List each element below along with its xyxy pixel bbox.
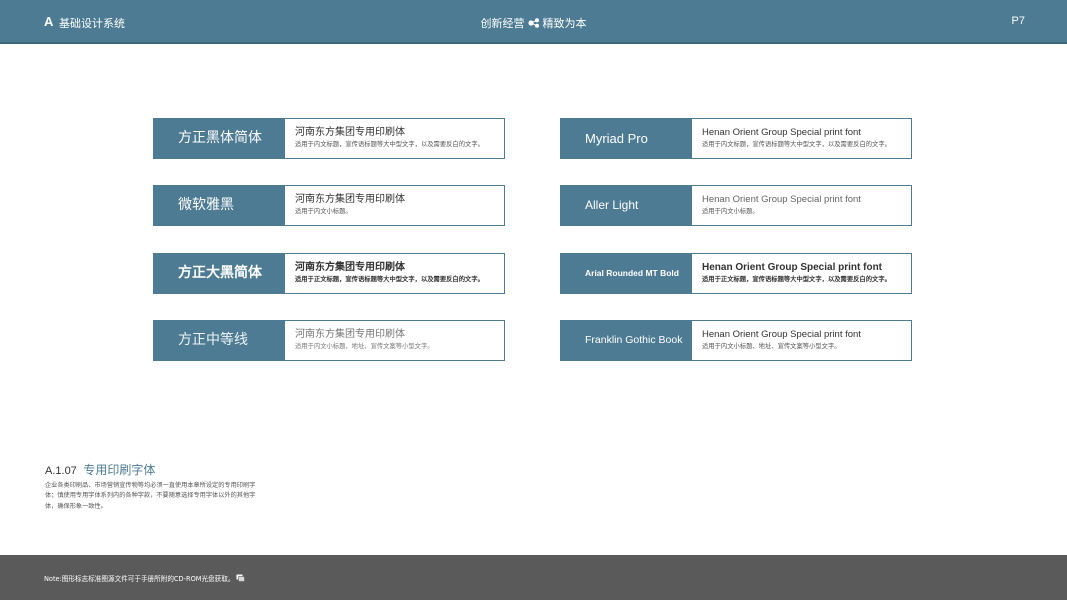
font-name: Franklin Gothic Book xyxy=(561,321,692,360)
font-name: 微软雅黑 xyxy=(154,186,285,225)
top-header-bar: A 基础设计系统 创新经营 精致为本 P7 xyxy=(0,0,1067,44)
font-sample: Henan Orient Group Special print font xyxy=(702,262,883,273)
font-card-microsoft-yahei: 微软雅黑 河南东方集团专用印刷体 适用于内文小标题。 xyxy=(153,185,505,226)
font-description: Henan Orient Group Special print font 适用… xyxy=(702,126,905,150)
font-name: Myriad Pro xyxy=(561,119,692,158)
font-sample: 河南东方集团专用印刷体 xyxy=(295,329,405,340)
font-card-franklin-gothic-book: Franklin Gothic Book Henan Orient Group … xyxy=(560,320,912,361)
font-description: 河南东方集团专用印刷体 适用于正文标题，宣传语标题等大中型文字，以及需要反白的文… xyxy=(295,261,498,285)
font-description: Henan Orient Group Special print font 适用… xyxy=(702,261,905,285)
cd-icon xyxy=(236,574,246,582)
font-usage: 适用于内文标题，宣传语标题等大中型文字，以及需要反白的文字。 xyxy=(295,141,484,148)
section-code: A.1.07 xyxy=(45,465,77,477)
slogan: 创新经营 精致为本 xyxy=(0,15,1067,31)
page-number: P7 xyxy=(1011,15,1025,27)
footer-note-text: Note:图形标志标准图源文件可于手册所附的CD-ROM光盘获取。 xyxy=(44,575,235,583)
font-name: Arial Rounded MT Bold xyxy=(561,254,692,293)
font-name: 方正大黑简体 xyxy=(154,254,285,293)
font-card-myriad-pro: Myriad Pro Henan Orient Group Special pr… xyxy=(560,118,912,159)
font-card-fangzheng-heiti: 方正黑体简体 河南东方集团专用印刷体 适用于内文标题，宣传语标题等大中型文字，以… xyxy=(153,118,505,159)
font-sample: 河南东方集团专用印刷体 xyxy=(295,262,405,273)
font-card-aller-light: Aller Light Henan Orient Group Special p… xyxy=(560,185,912,226)
bottom-footer-bar: Note:图形标志标准图源文件可于手册所附的CD-ROM光盘获取。 xyxy=(0,555,1067,600)
font-sample: Henan Orient Group Special print font xyxy=(702,329,861,340)
font-name: 方正中等线 xyxy=(154,321,285,360)
section-heading: A.1.07 专用印刷字体 xyxy=(45,461,155,478)
font-description: Henan Orient Group Special print font 适用… xyxy=(702,328,905,352)
font-description: Henan Orient Group Special print font 适用… xyxy=(702,193,905,217)
font-sample: Henan Orient Group Special print font xyxy=(702,194,861,205)
font-sample: 河南东方集团专用印刷体 xyxy=(295,194,405,205)
font-name: Aller Light xyxy=(561,186,692,225)
footer-note: Note:图形标志标准图源文件可于手册所附的CD-ROM光盘获取。 xyxy=(44,573,246,583)
font-sample: Henan Orient Group Special print font xyxy=(702,127,861,138)
font-usage: 适用于正文标题，宣传语标题等大中型文字，以及需要反白的文字。 xyxy=(702,276,891,283)
molecule-icon xyxy=(527,18,539,28)
font-usage: 适用于内文标题，宣传语标题等大中型文字，以及需要反白的文字。 xyxy=(702,141,891,148)
font-usage: 适用于内文小标题、地址、宣传文案等小型文字。 xyxy=(702,343,841,350)
font-description: 河南东方集团专用印刷体 适用于内文标题，宣传语标题等大中型文字，以及需要反白的文… xyxy=(295,126,498,150)
font-usage: 适用于内文小标题。 xyxy=(702,208,759,215)
font-card-arial-rounded-mt-bold: Arial Rounded MT Bold Henan Orient Group… xyxy=(560,253,912,294)
font-name: 方正黑体简体 xyxy=(154,119,285,158)
slogan-left: 创新经营 xyxy=(480,17,525,30)
slogan-right: 精致为本 xyxy=(542,17,587,30)
section-title: 专用印刷字体 xyxy=(83,463,156,477)
font-description: 河南东方集团专用印刷体 适用于内文小标题、地址、宣传文案等小型文字。 xyxy=(295,328,498,352)
font-card-fangzheng-zhongdengxian: 方正中等线 河南东方集团专用印刷体 适用于内文小标题、地址、宣传文案等小型文字。 xyxy=(153,320,505,361)
font-usage: 适用于内文小标题。 xyxy=(295,208,352,215)
font-usage: 适用于内文小标题、地址、宣传文案等小型文字。 xyxy=(295,343,434,350)
section-body: 企业各类印刷品、市场营销宣传物等均必须一直使用本章所设定的专用印刷字体；慎使用专… xyxy=(45,482,256,510)
font-sample: 河南东方集团专用印刷体 xyxy=(295,127,405,138)
font-card-fangzheng-dahei: 方正大黑简体 河南东方集团专用印刷体 适用于正文标题，宣传语标题等大中型文字，以… xyxy=(153,253,505,294)
font-usage: 适用于正文标题，宣传语标题等大中型文字，以及需要反白的文字。 xyxy=(295,276,484,283)
font-description: 河南东方集团专用印刷体 适用于内文小标题。 xyxy=(295,193,498,217)
